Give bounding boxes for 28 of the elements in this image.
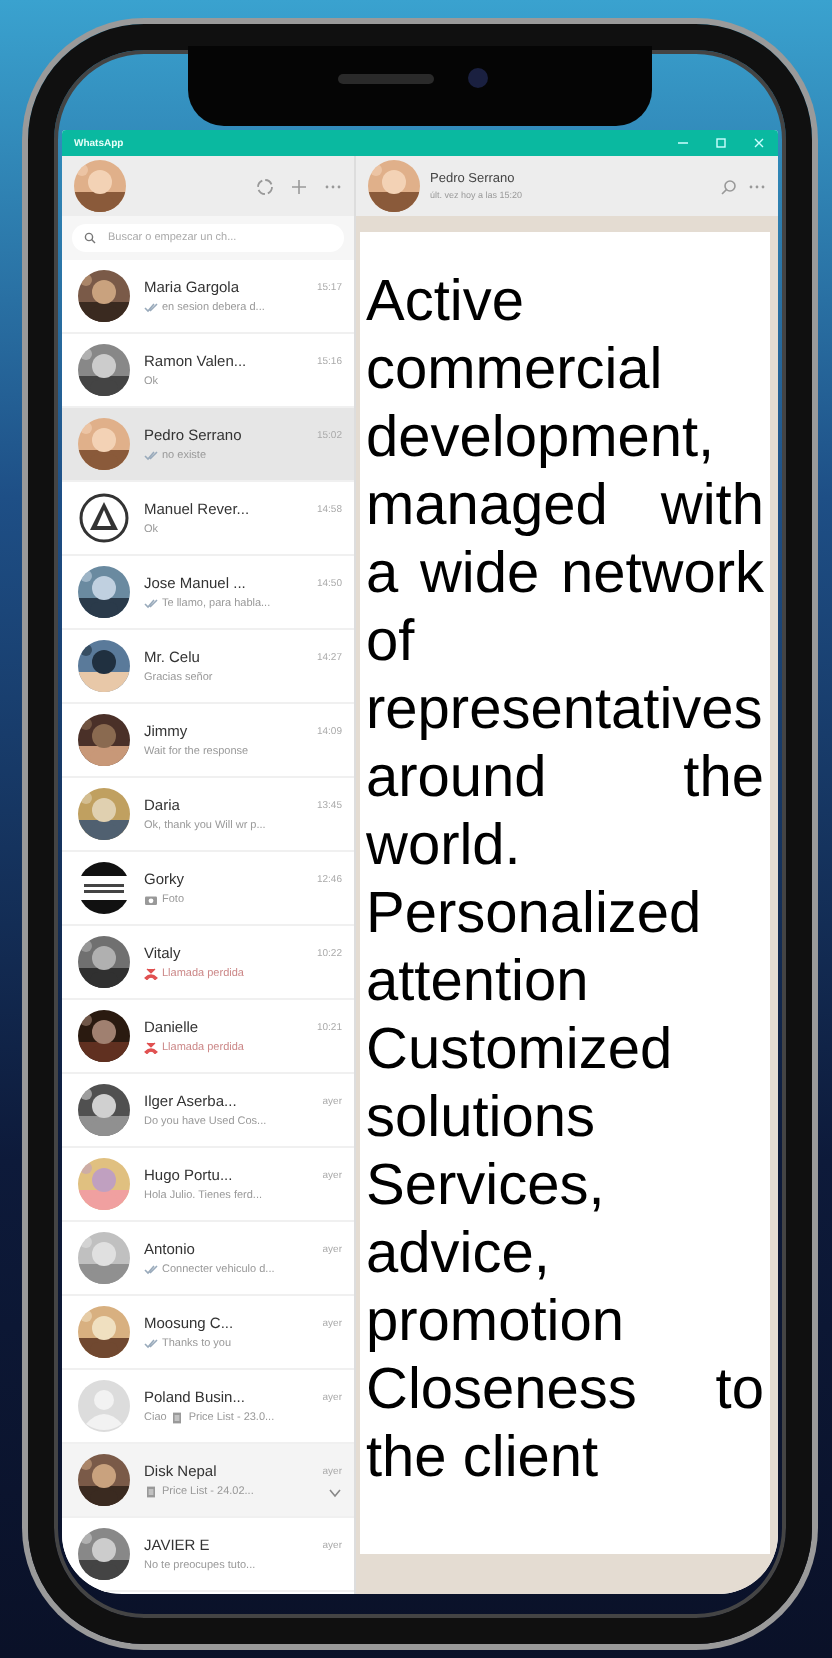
double-check-icon [144, 1264, 158, 1276]
camera-lens [468, 68, 488, 88]
minimize-icon[interactable] [676, 136, 690, 150]
double-check-icon [144, 598, 158, 610]
double-check-icon [144, 450, 158, 462]
chevron-down-icon[interactable] [328, 1487, 342, 1497]
camera-icon [144, 894, 158, 906]
overlay-paragraph: Active commercial development, managed with a wide network of representatives around the world. [366, 268, 764, 880]
speaker-grille [338, 74, 434, 84]
overlay-paragraph: Services, advice, promotion [366, 1152, 626, 1356]
search-icon [84, 232, 96, 244]
striped-logo-icon [78, 862, 130, 914]
overlay-paragraph: Closeness to the client [366, 1356, 764, 1492]
missed-call-icon [144, 1042, 158, 1054]
overlay-paragraph: Customized solutions [366, 1016, 675, 1152]
overlay-paragraph: Personalized attention [366, 880, 704, 1016]
document-icon [144, 1486, 158, 1498]
double-check-icon [144, 1338, 158, 1350]
search-icon[interactable] [720, 177, 738, 195]
double-check-icon [144, 302, 158, 314]
default-avatar-icon [78, 1380, 130, 1432]
status-icon[interactable] [256, 177, 274, 195]
triangle-logo-icon [78, 492, 130, 544]
close-icon[interactable] [752, 136, 766, 150]
document-icon [170, 1412, 185, 1424]
maximize-icon[interactable] [714, 136, 728, 150]
missed-call-icon [144, 968, 158, 980]
plus-icon[interactable] [290, 177, 308, 195]
